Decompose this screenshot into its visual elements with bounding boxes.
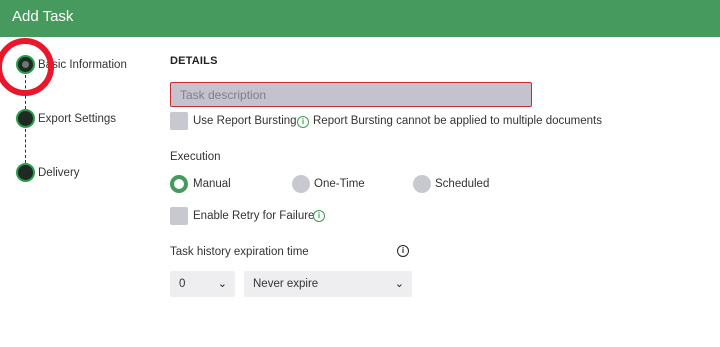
step-export-settings[interactable]: Export Settings bbox=[16, 109, 116, 128]
chevron-down-icon: ⌄ bbox=[217, 278, 227, 290]
history-amount-value: 0 bbox=[179, 278, 186, 290]
report-bursting-label: Use Report Bursting bbox=[193, 115, 297, 127]
history-unit-select[interactable]: Never expire ⌄ bbox=[244, 271, 412, 297]
step-delivery[interactable]: Delivery bbox=[16, 163, 80, 182]
stepper-connector bbox=[25, 129, 26, 163]
execution-label: Execution bbox=[170, 151, 221, 163]
radio-manual[interactable] bbox=[170, 175, 188, 193]
history-amount-select[interactable]: 0 ⌄ bbox=[170, 271, 235, 297]
retry-label: Enable Retry for Failure bbox=[193, 210, 315, 222]
retry-checkbox[interactable] bbox=[170, 207, 188, 225]
chevron-down-icon: ⌄ bbox=[394, 278, 404, 290]
info-icon[interactable]: i bbox=[313, 210, 325, 222]
radio-scheduled-label: Scheduled bbox=[435, 178, 490, 190]
radio-scheduled[interactable] bbox=[413, 175, 431, 193]
info-icon[interactable]: i bbox=[397, 245, 409, 257]
step-label: Export Settings bbox=[38, 112, 116, 125]
section-title: DETAILS bbox=[170, 55, 218, 67]
step-indicator-icon bbox=[16, 163, 35, 182]
task-description-input[interactable] bbox=[170, 82, 532, 107]
history-unit-value: Never expire bbox=[253, 278, 319, 290]
window-title: Add Task bbox=[12, 8, 74, 25]
info-icon: i bbox=[297, 116, 309, 128]
report-bursting-note: Report Bursting cannot be applied to mul… bbox=[313, 115, 602, 127]
radio-one-time-label: One-Time bbox=[314, 178, 365, 190]
history-expiration-label: Task history expiration time bbox=[170, 246, 309, 258]
radio-manual-label: Manual bbox=[193, 178, 231, 190]
radio-one-time[interactable] bbox=[292, 175, 310, 193]
step-label: Delivery bbox=[38, 166, 80, 179]
title-bar: Add Task bbox=[0, 0, 720, 37]
step-indicator-icon bbox=[16, 109, 35, 128]
report-bursting-checkbox[interactable] bbox=[170, 112, 188, 130]
annotation-highlight-circle bbox=[0, 38, 54, 96]
